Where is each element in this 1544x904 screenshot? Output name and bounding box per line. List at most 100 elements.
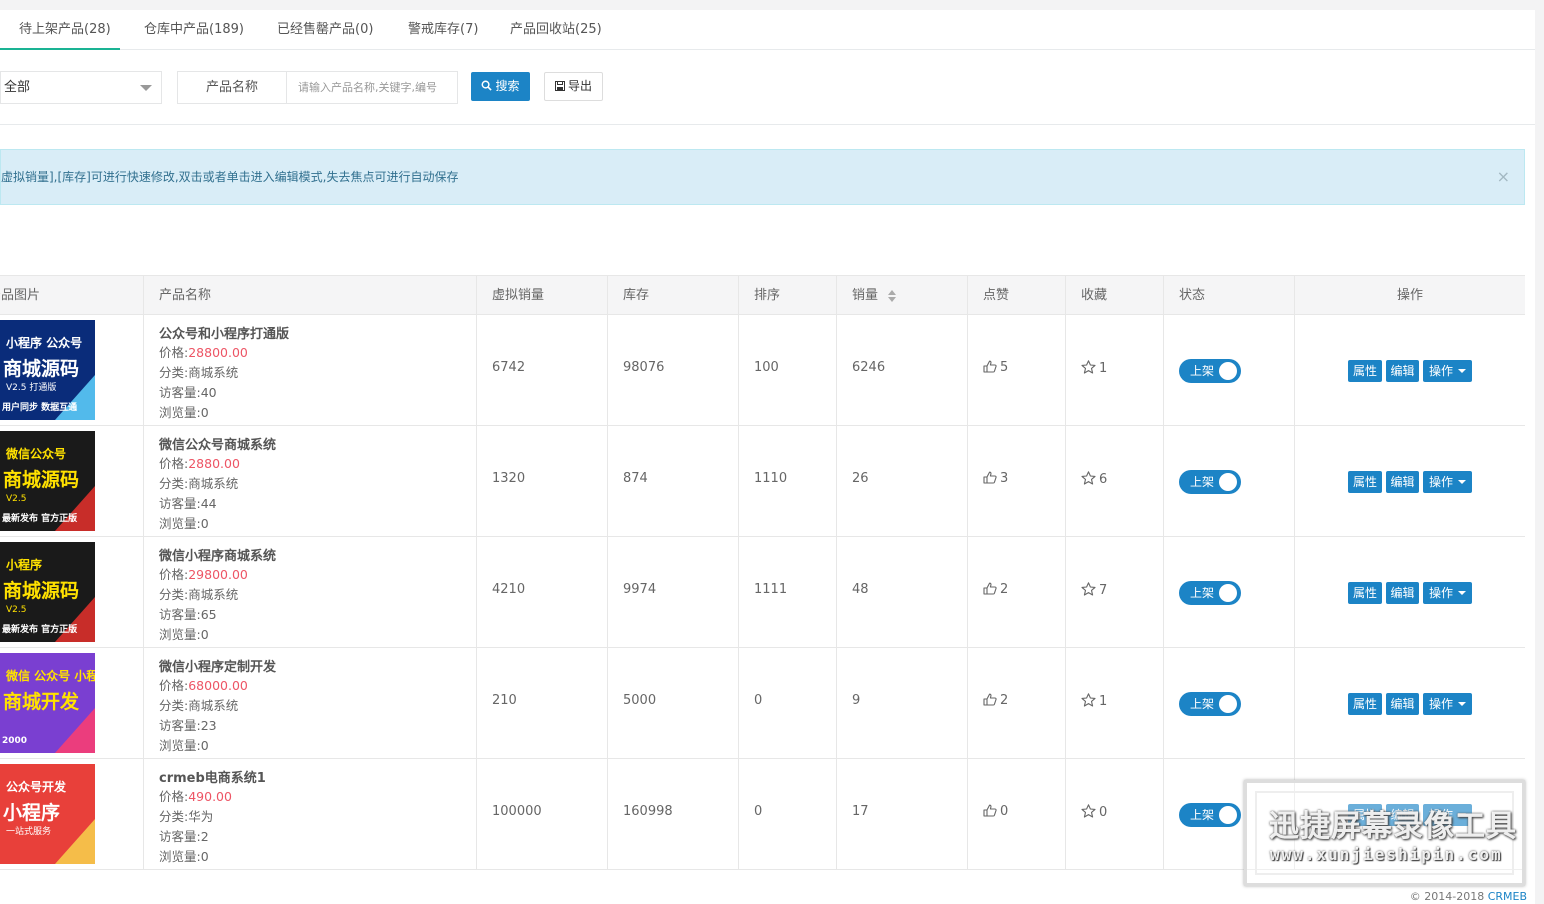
views-value: 0 (200, 405, 209, 420)
edit-button[interactable]: 编辑 (1386, 582, 1419, 604)
product-thumbnail[interactable]: 公众号开发 小程序 一站式服务 (0, 764, 95, 864)
virtual-sales-value[interactable]: 6742 (492, 360, 525, 375)
product-name[interactable]: 微信公众号商城系统 (159, 434, 276, 453)
status-toggle[interactable]: 上架 (1179, 692, 1241, 716)
likes: 5 (983, 360, 1008, 375)
virtual-sales-value[interactable]: 100000 (492, 804, 542, 819)
footer-brand-link[interactable]: CRMEB (1488, 890, 1527, 903)
cell-status: 上架 (1163, 426, 1294, 536)
toggle-knob (1219, 473, 1237, 491)
save-icon (554, 81, 565, 91)
tab-sold-out[interactable]: 已经售罄产品(0) (277, 10, 373, 50)
thumb-line-2: 商城源码 (3, 579, 79, 602)
product-name[interactable]: crmeb电商系统1 (159, 767, 266, 786)
more-actions-button[interactable]: 操作 (1423, 693, 1472, 715)
more-actions-label: 操作 (1428, 364, 1453, 378)
cell-virtual-sales[interactable]: 1320 (476, 426, 607, 536)
stock-value[interactable]: 98076 (623, 360, 664, 375)
edit-button[interactable]: 编辑 (1386, 693, 1419, 715)
stock-value[interactable]: 5000 (623, 693, 656, 708)
cell-virtual-sales[interactable]: 4210 (476, 537, 607, 647)
star-icon (1081, 360, 1096, 374)
product-name[interactable]: 公众号和小程序打通版 (159, 323, 289, 342)
export-button[interactable]: 导出 (544, 72, 603, 101)
visitors-label: 访客量: (159, 829, 201, 844)
cell-sales: 9 (836, 648, 967, 758)
product-name[interactable]: 微信小程序商城系统 (159, 545, 276, 564)
status-toggle[interactable]: 上架 (1179, 359, 1241, 383)
close-icon[interactable]: × (1497, 150, 1510, 204)
stock-value[interactable]: 9974 (623, 582, 656, 597)
virtual-sales-value[interactable]: 1320 (492, 471, 525, 486)
cell-image: 小程序 商城源码 V2.5 最新发布 官方正版 (0, 537, 143, 647)
cell-actions: 属性 编辑 操作 (1294, 648, 1525, 758)
thumb-line-3: V2.5 (6, 605, 26, 615)
search-input[interactable] (288, 72, 457, 103)
attribute-button[interactable]: 属性 (1348, 693, 1382, 715)
export-button-label: 导出 (567, 79, 592, 93)
thumb-line-4: 最新发布 官方正版 (2, 512, 77, 524)
tab-recycle-bin[interactable]: 产品回收站(25) (510, 10, 602, 50)
product-thumbnail[interactable]: 小程序 商城源码 V2.5 最新发布 官方正版 (0, 542, 95, 642)
cell-stock[interactable]: 98076 (607, 315, 738, 425)
cell-stock[interactable]: 874 (607, 426, 738, 536)
thumb-line-1: 小程序 公众号 (6, 335, 82, 350)
table-header: 产品图片 产品名称 虚拟销量 库存 排序 销量 点赞 收藏 状态 操作 (0, 276, 1525, 315)
status-toggle[interactable]: 上架 (1179, 803, 1241, 827)
status-toggle[interactable]: 上架 (1179, 470, 1241, 494)
product-name[interactable]: 微信小程序定制开发 (159, 656, 276, 675)
attribute-button[interactable]: 属性 (1348, 582, 1382, 604)
favorites: 6 (1081, 471, 1107, 487)
sales-value: 48 (852, 582, 869, 597)
stock-value[interactable]: 874 (623, 471, 648, 486)
visitors-value: 23 (200, 718, 217, 733)
toggle-knob (1219, 806, 1237, 824)
header-image: 产品图片 (0, 288, 41, 303)
product-image: 小程序商城源码 V2.5 最新发布 官方正版 (0, 542, 95, 642)
attribute-button[interactable]: 属性 (1348, 471, 1382, 493)
tab-warehouse[interactable]: 仓库中产品(189) (144, 10, 244, 50)
cell-sales: 48 (836, 537, 967, 647)
cell-sales: 6246 (836, 315, 967, 425)
edit-button[interactable]: 编辑 (1386, 360, 1419, 382)
more-actions-button[interactable]: 操作 (1423, 582, 1472, 604)
product-views: 浏览量:0 (159, 402, 209, 421)
header-favorites: 收藏 (1065, 276, 1163, 315)
thumbs-up-icon (983, 360, 997, 373)
search-field-label[interactable]: 产品名称 (178, 72, 287, 103)
cell-stock[interactable]: 160998 (607, 759, 738, 869)
virtual-sales-value[interactable]: 210 (492, 693, 517, 708)
stock-value[interactable]: 160998 (623, 804, 673, 819)
favorites-value: 1 (1099, 361, 1108, 376)
status-toggle[interactable]: 上架 (1179, 581, 1241, 605)
cell-virtual-sales[interactable]: 6742 (476, 315, 607, 425)
category-select[interactable]: 全部 (0, 71, 162, 104)
sort-icon[interactable] (888, 289, 897, 302)
search-button[interactable]: 搜索 (471, 72, 530, 101)
price-label: 价格: (159, 345, 189, 360)
cell-stock[interactable]: 9974 (607, 537, 738, 647)
tab-alert-stock[interactable]: 警戒库存(7) (408, 10, 478, 50)
visitors-label: 访客量: (159, 607, 201, 622)
edit-button[interactable]: 编辑 (1386, 471, 1419, 493)
product-price: 价格:68000.00 (159, 675, 248, 694)
product-visitors: 访客量:65 (159, 604, 217, 623)
product-thumbnail[interactable]: 小程序 公众号 商城源码 V2.5 打通版 用户同步 数据互通 (0, 320, 95, 420)
virtual-sales-value[interactable]: 4210 (492, 582, 525, 597)
sales-value: 17 (852, 804, 869, 819)
product-thumbnail[interactable]: 微信公众号 商城源码 V2.5 最新发布 官方正版 (0, 431, 95, 531)
watermark-frame: 迅捷屏幕录像工具 www.xunjieshipin.com (1255, 791, 1516, 875)
table-row: 小程序 公众号 商城源码 V2.5 打通版 用户同步 数据互通 公众号和小程序打通版价格… (0, 315, 1525, 426)
more-actions-button[interactable]: 操作 (1423, 360, 1472, 382)
favorites: 1 (1081, 360, 1107, 376)
tab-pending[interactable]: 待上架产品(28) (0, 10, 120, 50)
more-actions-label: 操作 (1428, 586, 1453, 600)
cell-virtual-sales[interactable]: 210 (476, 648, 607, 758)
attribute-button[interactable]: 属性 (1348, 360, 1382, 382)
cell-sort: 1110 (738, 426, 836, 536)
more-actions-button[interactable]: 操作 (1423, 471, 1472, 493)
cell-virtual-sales[interactable]: 100000 (476, 759, 607, 869)
product-thumbnail[interactable]: 微信 公众号 小程序商城开发 2000 (0, 653, 95, 753)
header-sales[interactable]: 销量 (836, 276, 967, 315)
cell-stock[interactable]: 5000 (607, 648, 738, 758)
